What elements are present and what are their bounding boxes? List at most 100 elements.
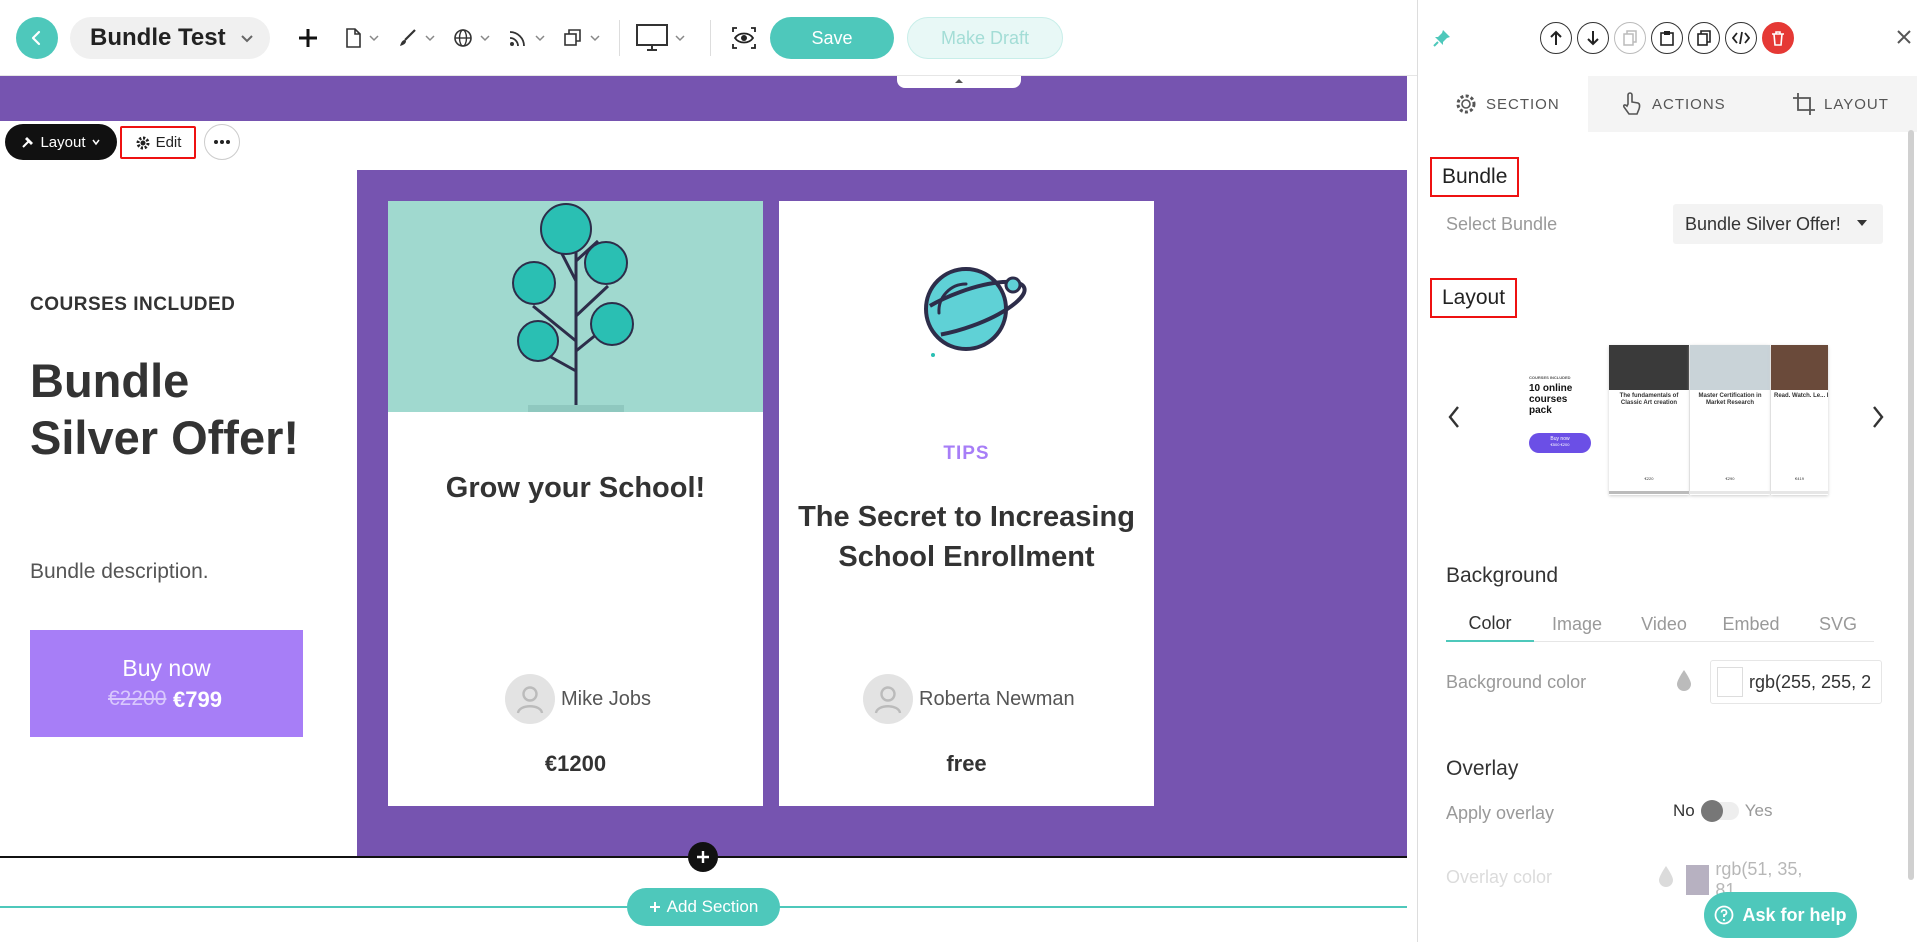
chevron-down-icon xyxy=(91,139,100,146)
chevron-up-icon xyxy=(955,79,963,83)
bundle-title: Bundle Silver Offer! xyxy=(30,354,300,464)
copy-menu-button[interactable] xyxy=(563,22,601,54)
tab-svg[interactable]: SVG xyxy=(1794,606,1882,642)
chevron-down-icon xyxy=(241,35,253,43)
language-menu-button[interactable] xyxy=(453,22,491,54)
page-title-dropdown[interactable]: Bundle Test xyxy=(70,17,270,59)
overlay-toggle[interactable] xyxy=(1700,800,1739,822)
paste-button[interactable] xyxy=(1651,22,1683,54)
style-menu-button[interactable] xyxy=(398,22,436,54)
copy-icon xyxy=(564,29,581,46)
gear-icon xyxy=(1456,94,1476,114)
layout-preview-card-title: Read. Watch. Le... Improve. xyxy=(1774,393,1828,399)
feed-menu-button[interactable] xyxy=(508,22,546,54)
pin-icon[interactable] xyxy=(1432,28,1452,48)
chevron-down-icon xyxy=(535,35,545,42)
tab-video[interactable]: Video xyxy=(1620,606,1708,642)
add-section-button[interactable]: Add Section xyxy=(627,888,780,926)
chevron-down-icon xyxy=(480,35,490,42)
tab-embed[interactable]: Embed xyxy=(1707,606,1795,642)
layout-preview-card-price: €290 xyxy=(1725,476,1735,481)
background-color-input[interactable]: rgb(255, 255, 2 xyxy=(1710,660,1882,704)
panel-scrollbar[interactable] xyxy=(1908,130,1914,880)
courses-included-label: COURSES INCLUDED xyxy=(30,294,236,315)
previous-section[interactable] xyxy=(0,76,1407,121)
tree-illustration xyxy=(512,203,634,412)
layout-preview[interactable]: COURSES INCLUDED 10 online courses pack … xyxy=(1515,345,1828,495)
crop-icon xyxy=(1793,93,1815,115)
make-draft-button[interactable]: Make Draft xyxy=(907,17,1063,59)
author-name: Roberta Newman xyxy=(919,687,1075,710)
insert-block-button[interactable] xyxy=(688,842,718,872)
settings-panel: SECTION ACTIONS LAYOUT Bundle Select Bun… xyxy=(1417,0,1917,942)
tab-color[interactable]: Color xyxy=(1446,606,1534,642)
course-title: Grow your School! xyxy=(445,472,706,504)
course-price: €1200 xyxy=(544,751,607,776)
add-element-button[interactable] xyxy=(296,22,320,54)
eyedropper-icon[interactable] xyxy=(1676,668,1692,692)
tab-section[interactable]: SECTION xyxy=(1418,76,1588,132)
save-button[interactable]: Save xyxy=(770,17,894,59)
tab-layout[interactable]: LAYOUT xyxy=(1792,76,1889,132)
ask-for-help-button[interactable]: Ask for help xyxy=(1704,892,1857,938)
plus-icon xyxy=(697,851,709,863)
delete-button[interactable] xyxy=(1762,22,1794,54)
move-down-button[interactable] xyxy=(1577,22,1609,54)
duplicate-icon xyxy=(1697,30,1711,46)
tab-actions[interactable]: ACTIONS xyxy=(1620,76,1726,132)
buy-now-label: Buy now xyxy=(122,655,211,681)
editor-canvas: Layout Edit COURSES INCLUDED Bundle Silv… xyxy=(0,76,1407,942)
back-button[interactable] xyxy=(16,17,58,59)
chevron-left-icon[interactable] xyxy=(1446,404,1462,430)
user-icon xyxy=(874,686,902,714)
overlay-heading: Overlay xyxy=(1446,757,1519,780)
bundle-select[interactable]: Bundle Silver Offer! xyxy=(1673,204,1883,244)
eyedropper-icon[interactable] xyxy=(1658,864,1674,888)
page-menu-button[interactable] xyxy=(344,22,380,54)
back-arrow-icon xyxy=(31,30,41,46)
plus-icon xyxy=(649,902,660,912)
tab-label: ACTIONS xyxy=(1652,95,1726,113)
duplicate-button[interactable] xyxy=(1688,22,1720,54)
chevron-right-icon[interactable] xyxy=(1870,404,1886,430)
add-section-label: Add Section xyxy=(666,897,759,916)
arrow-down-icon xyxy=(1587,31,1599,46)
layout-preview-eyebrow: COURSES INCLUDED xyxy=(1529,375,1571,380)
layout-heading: Layout xyxy=(1430,278,1518,318)
tab-image[interactable]: Image xyxy=(1533,606,1621,642)
device-view-button[interactable] xyxy=(636,22,686,54)
select-bundle-label: Select Bundle xyxy=(1446,214,1558,234)
trash-icon xyxy=(1772,31,1784,46)
collapse-toolbar-tab[interactable] xyxy=(897,76,1021,88)
layout-preview-card: Read. Watch. Le... Improve. €419 xyxy=(1771,345,1828,495)
layout-preview-card: Master Certification in Market Research … xyxy=(1690,345,1770,495)
chevron-down-icon xyxy=(425,35,435,42)
copy-button[interactable] xyxy=(1614,22,1646,54)
move-up-button[interactable] xyxy=(1540,22,1572,54)
course-card[interactable]: TIPS The Secret to Increasing School Enr… xyxy=(779,201,1154,806)
code-icon xyxy=(1732,31,1750,45)
user-icon xyxy=(516,686,544,714)
top-toolbar: Bundle Test Save Make Draft xyxy=(0,0,1417,76)
layout-preview-button: Buy now €500 €200 xyxy=(1529,433,1591,453)
ask-for-help-label: Ask for help xyxy=(1742,904,1847,925)
code-button[interactable] xyxy=(1725,22,1757,54)
chevron-down-icon xyxy=(590,35,600,42)
planet-illustration xyxy=(905,267,1027,357)
course-card[interactable]: Grow your School! Mike Jobs €1200 xyxy=(388,201,763,806)
copy-icon xyxy=(1623,30,1637,46)
section-more-button[interactable] xyxy=(204,124,240,160)
apply-overlay-label: Apply overlay xyxy=(1446,803,1555,823)
section-layout-button[interactable]: Layout xyxy=(5,124,117,160)
section-edit-button[interactable]: Edit xyxy=(120,126,196,159)
tab-label: LAYOUT xyxy=(1824,95,1889,113)
course-author: Mike Jobs xyxy=(505,674,651,724)
course-image xyxy=(388,201,763,412)
preview-button[interactable] xyxy=(731,22,757,54)
panel-toolbar xyxy=(1418,0,1917,76)
buy-now-button[interactable]: Buy now €2200 €799 xyxy=(30,630,303,737)
overlay-color-label: Overlay color xyxy=(1446,867,1553,887)
close-icon[interactable] xyxy=(1893,26,1915,48)
toggle-no-label: No xyxy=(1673,801,1695,820)
clipboard-icon xyxy=(1660,31,1674,46)
